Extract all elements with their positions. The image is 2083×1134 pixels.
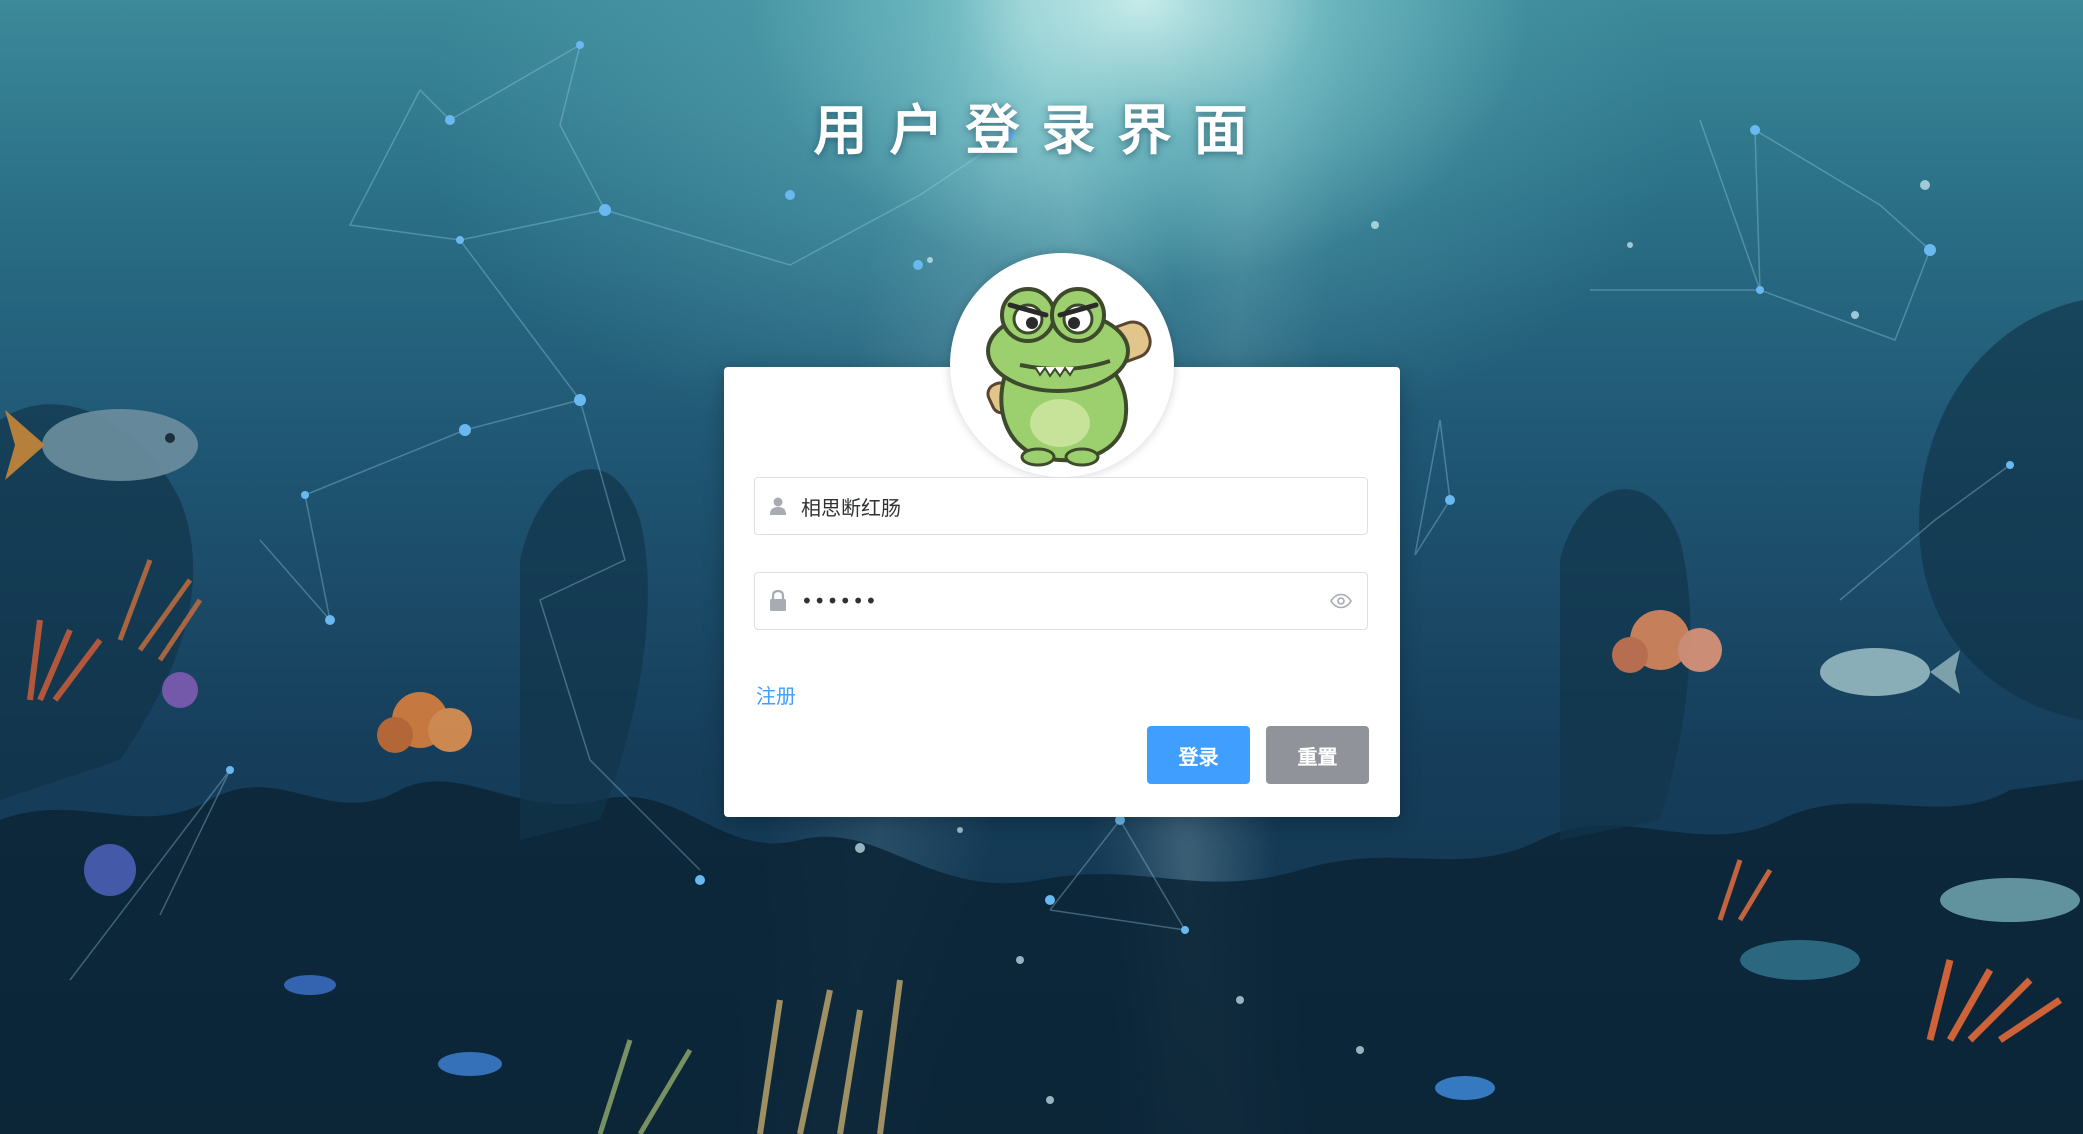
right-rock-silhouette — [1919, 300, 2083, 720]
seabed-silhouette — [0, 780, 2083, 1134]
password-field[interactable]: •••••• — [754, 572, 1368, 630]
coral-cluster-bottom — [284, 975, 1495, 1134]
user-icon — [755, 477, 801, 535]
crocodile-mascot-avatar — [986, 287, 1152, 467]
username-field[interactable]: 相思断红肠 — [754, 477, 1368, 535]
username-value: 相思断红肠 — [801, 495, 901, 520]
eye-icon[interactable] — [1315, 572, 1367, 630]
reset-button[interactable]: 重置 — [1266, 726, 1369, 784]
right-pillar — [1560, 489, 1691, 840]
page-title: 用户登录界面 — [813, 99, 1270, 163]
password-value: •••••• — [801, 589, 878, 613]
left-rock-silhouette — [0, 404, 194, 800]
coral-cluster-left — [27, 559, 472, 896]
register-link[interactable]: 注册 — [756, 680, 796, 709]
fish-right — [1820, 648, 1960, 696]
coral-cluster-right — [1612, 610, 2080, 1043]
lock-icon — [755, 572, 801, 630]
avatar — [950, 253, 1174, 477]
login-button[interactable]: 登录 — [1147, 726, 1250, 784]
login-page: 用户登录界面 相思断红肠 •••••• 注册 登录 重置 — [0, 0, 2083, 1134]
fish-left — [5, 409, 198, 481]
left-pillar — [520, 469, 648, 840]
